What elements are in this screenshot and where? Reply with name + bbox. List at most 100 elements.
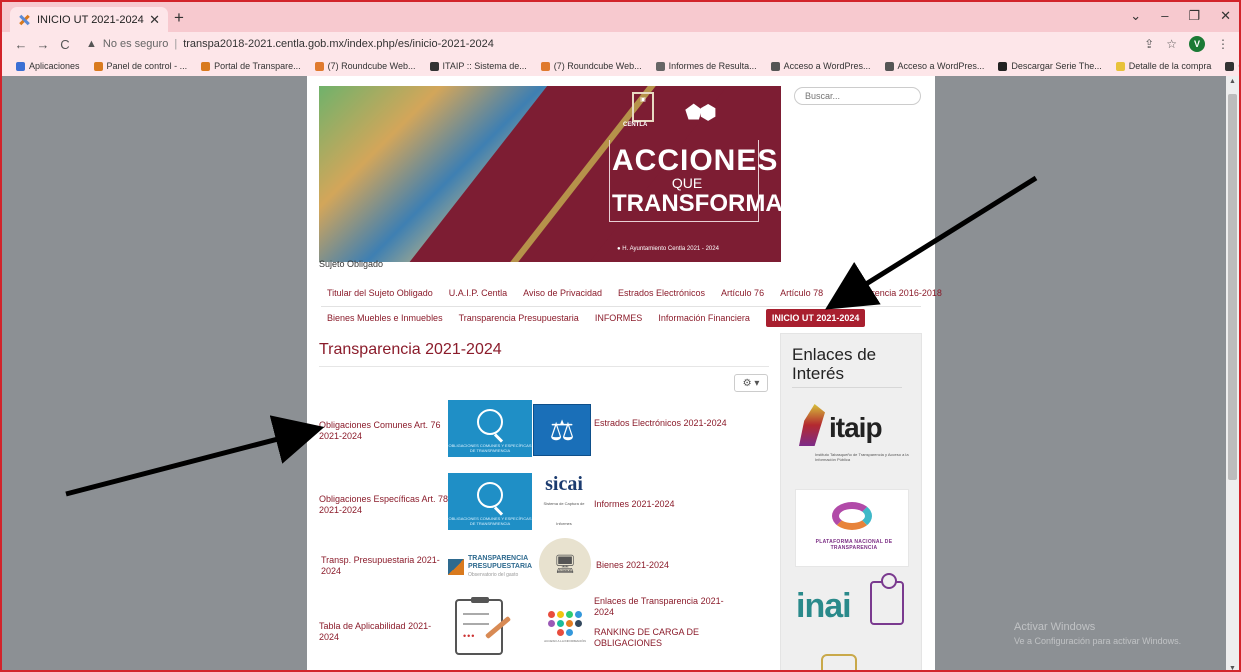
profile-avatar[interactable]: V — [1189, 36, 1205, 52]
seal-logo-icon[interactable] — [821, 654, 857, 670]
menu-row-2: Bienes Muebles e Inmuebles Transparencia … — [321, 307, 921, 329]
bookmark-star-icon[interactable]: ☆ — [1166, 37, 1177, 51]
menu-item[interactable]: U.A.I.P. Centla — [449, 288, 507, 298]
reload-button[interactable]: C — [56, 37, 74, 52]
forward-button[interactable]: → — [34, 37, 52, 52]
bookmark-label: Acceso a WordPres... — [783, 61, 871, 71]
gavel-document-icon: ⚖ — [549, 414, 575, 446]
menu-item[interactable]: Aviso de Privacidad — [523, 288, 602, 298]
bienes-tile[interactable]: 🖥 — [539, 538, 591, 590]
itaip-subtitle: Instituto Tabasqueño de Transparencia y … — [815, 452, 909, 462]
itaip-logo-link[interactable]: itaip Instituto Tabasqueño de Transparen… — [795, 398, 909, 468]
share-icon[interactable]: ⇪ — [1144, 37, 1154, 51]
bookmark-item[interactable]: ITAIP :: Sistema de... — [429, 61, 527, 71]
sidebar-title: Enlaces de Interés — [792, 345, 877, 383]
link-aplicabilidad[interactable]: Tabla de Aplicabilidad 2021-2024 — [319, 621, 449, 643]
menu-kebab-icon[interactable]: ⋮ — [1217, 37, 1229, 51]
menu-item[interactable]: INFORMES — [595, 313, 643, 323]
bookmark-item[interactable]: (7) Roundcube Web... — [540, 61, 642, 71]
tp-line-2: PRESUPUESTARIA — [468, 563, 533, 570]
acceso-informacion-tile[interactable]: ACCESO A LA INFORMACIÓN — [535, 611, 595, 657]
bookmark-item[interactable]: Aplicaciones — [16, 61, 80, 71]
header-banner[interactable]: ▣ CENTLA ⬟⬢ ACCIONES QUE TRANSFORMAN ● H… — [319, 86, 781, 262]
obligaciones-comunes-tile[interactable]: OBLIGACIONES COMUNES Y ESPECÍFICAS DE TR… — [448, 400, 532, 457]
link-ranking[interactable]: RANKING DE CARGA DE OBLIGACIONES — [594, 627, 724, 649]
tp-line-1: TRANSPARENCIA — [468, 555, 529, 562]
scroll-down-icon[interactable]: ▼ — [1229, 665, 1236, 670]
minimize-button[interactable]: – — [1161, 8, 1168, 24]
sicai-logo-tile[interactable]: sicai Sistema de Captura de Informes — [537, 474, 591, 526]
bookmark-item[interactable]: Detalle de la compra — [1115, 61, 1211, 71]
bookmark-label: (7) Roundcube Web... — [553, 61, 642, 71]
menu-item[interactable]: Titular del Sujeto Obligado — [327, 288, 433, 298]
link-estrados[interactable]: Estrados Electrónicos 2021-2024 — [594, 418, 734, 429]
asterisks: ••• — [463, 631, 476, 641]
aplicabilidad-tile[interactable]: ••• — [455, 597, 512, 655]
menu-item[interactable]: Artículo 78 — [780, 288, 823, 298]
title-divider — [319, 366, 769, 367]
search-input[interactable] — [794, 87, 921, 105]
close-window-button[interactable]: ✕ — [1220, 8, 1231, 24]
bookmark-item[interactable]: Informes de Resulta... — [655, 61, 757, 71]
watermark-line-2: Ve a Configuración para activar Windows. — [1014, 636, 1182, 646]
bookmark-item[interactable]: Portal de Transpare... — [201, 61, 301, 71]
address-toolbar: ← → C ▲ No es seguro | transpa2018-2021.… — [2, 32, 1239, 56]
menu-item-active[interactable]: INICIO UT 2021-2024 — [765, 309, 866, 327]
banner-headline-2: QUE — [671, 175, 703, 191]
tab-search-icon[interactable]: ⌄ — [1130, 8, 1141, 24]
url-text[interactable]: transpa2018-2021.centla.gob.mx/index.php… — [183, 38, 494, 50]
restore-button[interactable]: ❐ — [1188, 8, 1200, 24]
back-button[interactable]: ← — [12, 37, 30, 52]
site-favicon-icon — [18, 14, 30, 26]
browser-tab[interactable]: INICIO UT 2021-2024 ✕ — [10, 7, 168, 32]
link-bienes[interactable]: Bienes 2021-2024 — [596, 560, 736, 571]
menu-item[interactable]: Artículo 76 — [721, 288, 764, 298]
pnt-text: PLATAFORMA NACIONAL DE TRANSPARENCIA — [815, 539, 893, 551]
link-obligaciones-comunes[interactable]: Obligaciones Comunes Art. 76 2021-2024 — [319, 420, 444, 442]
tp-text: TRANSPARENCIA PRESUPUESTARIA Observatori… — [468, 555, 532, 579]
bookmark-label: Panel de control - ... — [106, 61, 188, 71]
transparencia-presupuestaria-tile[interactable]: TRANSPARENCIA PRESUPUESTARIA Observatori… — [448, 552, 538, 582]
menu-item[interactable]: Transparencia Presupuestaria — [459, 313, 579, 323]
bookmark-item[interactable]: Panel de control - ... — [93, 61, 188, 71]
new-tab-button[interactable]: + — [174, 8, 184, 28]
link-enlaces[interactable]: Enlaces de Transparencia 2021-2024 — [594, 596, 724, 618]
warning-icon[interactable]: ▲ — [86, 38, 97, 50]
bookmark-item[interactable]: Descargar Serie The... — [998, 61, 1102, 71]
pnt-logo-link[interactable]: PLATAFORMA NACIONAL DE TRANSPARENCIA — [795, 489, 909, 567]
menu-item[interactable]: Información Financiera — [658, 313, 750, 323]
browser-window: INICIO UT 2021-2024 ✕ + ⌄ – ❐ ✕ ← → C ▲ … — [0, 0, 1241, 672]
tab-close-icon[interactable]: ✕ — [149, 12, 160, 28]
bookmark-favicon-icon — [16, 61, 25, 71]
scroll-up-icon[interactable]: ▲ — [1229, 78, 1236, 85]
bookmark-favicon-icon — [770, 61, 780, 71]
scrollbar-thumb[interactable] — [1228, 94, 1237, 480]
bookmark-item[interactable]: (7) Roundcube Web... — [314, 61, 416, 71]
bookmark-favicon-icon — [1115, 61, 1125, 71]
address-bar[interactable]: ▲ No es seguro | transpa2018-2021.centla… — [86, 38, 1144, 50]
page-scrollbar[interactable]: ▲ ▼ — [1226, 76, 1239, 670]
sidebar-divider — [792, 387, 902, 388]
main-menu: Titular del Sujeto Obligado U.A.I.P. Cent… — [321, 282, 942, 329]
bookmark-item[interactable]: Consulta Pública — [1225, 61, 1239, 71]
bookmark-favicon-icon — [429, 61, 439, 71]
menu-item[interactable]: Estrados Electrónicos — [618, 288, 705, 298]
link-informes[interactable]: Informes 2021-2024 — [594, 499, 734, 510]
obligaciones-especificas-tile[interactable]: OBLIGACIONES COMUNES Y ESPECÍFICAS DE TR… — [448, 473, 532, 530]
inai-logo-link[interactable]: inai — [796, 573, 908, 635]
tile-caption: OBLIGACIONES COMUNES Y ESPECÍFICAS DE TR… — [448, 516, 532, 526]
tab-title: INICIO UT 2021-2024 — [37, 13, 144, 26]
estrados-gavel-tile[interactable]: ⚖ — [533, 404, 591, 456]
link-obligaciones-especificas[interactable]: Obligaciones Específicas Art. 78 2021-20… — [319, 494, 449, 516]
link-presupuestaria[interactable]: Transp. Presupuestaria 2021-2024 — [321, 555, 446, 577]
menu-item[interactable]: Transparencia 2016-2018 — [839, 288, 942, 298]
menu-item[interactable]: Bienes Muebles e Inmuebles — [327, 313, 443, 323]
bookmark-item[interactable]: Acceso a WordPres... — [884, 61, 984, 71]
banner-headline-3: TRANSFORMAN — [612, 190, 781, 217]
menu-row-1: Titular del Sujeto Obligado U.A.I.P. Cent… — [321, 282, 942, 304]
page-title: Transparencia 2021-2024 — [319, 341, 502, 358]
bookmark-item[interactable]: Acceso a WordPres... — [770, 61, 871, 71]
bookmark-favicon-icon — [998, 61, 1008, 71]
settings-gear-button[interactable]: ⚙ ▾ — [734, 374, 768, 392]
bookmark-favicon-icon — [1225, 61, 1235, 71]
